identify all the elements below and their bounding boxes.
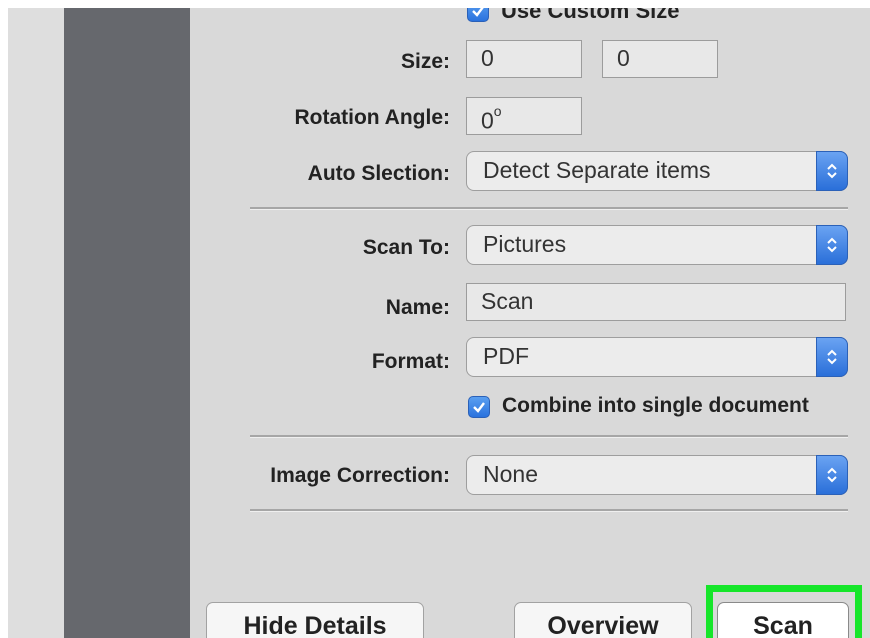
scan-to-stepper[interactable]: [816, 225, 848, 265]
size-width-field[interactable]: 0: [466, 40, 582, 78]
chevron-updown-icon: [827, 467, 837, 483]
format-label: Format:: [371, 350, 450, 373]
overview-button[interactable]: Overview: [514, 602, 692, 638]
scan-to-label: Scan To:: [362, 236, 450, 259]
image-correction-stepper[interactable]: [816, 455, 848, 495]
image-correction-label: Image Correction:: [270, 464, 450, 487]
section-divider: [250, 509, 848, 512]
auto-selection-stepper[interactable]: [816, 151, 848, 191]
section-divider: [250, 435, 848, 438]
name-field[interactable]: Scan: [466, 283, 846, 321]
background-strip: [8, 8, 64, 638]
scan-to-popup[interactable]: Pictures: [466, 225, 848, 265]
chevron-updown-icon: [827, 237, 837, 253]
section-divider: [250, 207, 848, 210]
use-custom-size-label: Use Custom Size: [501, 8, 680, 23]
auto-selection-label: Auto Slection:: [307, 162, 450, 185]
hide-details-button[interactable]: Hide Details: [206, 602, 424, 638]
format-value: PDF: [483, 343, 529, 369]
size-height-field[interactable]: 0: [602, 40, 718, 78]
auto-selection-value: Detect Separate items: [483, 157, 711, 183]
format-stepper[interactable]: [816, 337, 848, 377]
scan-to-value: Pictures: [483, 231, 567, 257]
name-label: Name:: [385, 296, 450, 319]
scanner-window: Use Custom Size Size: 0 0 Rotation Angle…: [8, 8, 870, 638]
preview-sidebar: [64, 8, 190, 638]
combine-checkbox[interactable]: [468, 396, 490, 418]
size-label: Size:: [400, 50, 450, 73]
checkmark-icon: [472, 8, 484, 17]
use-custom-size-checkbox[interactable]: [467, 8, 489, 22]
rotation-angle-field[interactable]: 0o: [466, 97, 582, 135]
image-correction-popup[interactable]: None: [466, 455, 848, 495]
combine-label: Combine into single document: [502, 394, 809, 417]
chevron-updown-icon: [827, 349, 837, 365]
auto-selection-popup[interactable]: Detect Separate items: [466, 151, 848, 191]
rotation-angle-label: Rotation Angle:: [294, 106, 450, 129]
format-popup[interactable]: PDF: [466, 337, 848, 377]
image-correction-value: None: [483, 461, 538, 487]
scan-button[interactable]: Scan: [717, 602, 849, 638]
chevron-updown-icon: [827, 163, 837, 179]
checkmark-icon: [473, 402, 485, 413]
